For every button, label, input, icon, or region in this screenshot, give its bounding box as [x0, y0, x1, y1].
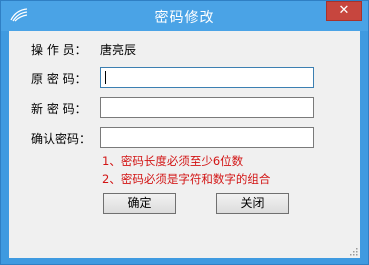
confirm-password-input[interactable]: [100, 127, 314, 148]
ok-button[interactable]: 确定: [103, 193, 176, 214]
resize-grip-icon[interactable]: [348, 246, 358, 256]
operator-name: 唐亮辰: [100, 43, 137, 57]
dialog-body: 操 作 员： 唐亮辰 原 密 码： 新 密 码： 确认密码： 1、密码长度必须至…: [9, 31, 360, 258]
password-hint-composition: 2、密码必须是字符和数字的组合: [102, 172, 271, 186]
password-hint-length: 1、密码长度必须至少6位数: [102, 154, 244, 168]
text-caret: [105, 71, 106, 84]
old-password-label: 原 密 码：: [31, 72, 87, 86]
close-window-button[interactable]: ✕: [326, 1, 362, 21]
close-icon: ✕: [338, 3, 350, 18]
confirm-password-label: 确认密码：: [31, 132, 92, 146]
old-password-input[interactable]: [100, 67, 314, 88]
password-change-dialog: 密码修改 ✕ 操 作 员： 唐亮辰 原 密 码： 新 密 码： 确认密码： 1、…: [0, 0, 369, 265]
close-button[interactable]: 关闭: [216, 193, 289, 214]
operator-label: 操 作 员：: [31, 43, 87, 57]
new-password-label: 新 密 码：: [31, 102, 87, 116]
title-bar[interactable]: 密码修改 ✕: [1, 1, 368, 31]
window-title: 密码修改: [154, 10, 215, 26]
new-password-input[interactable]: [100, 97, 314, 118]
